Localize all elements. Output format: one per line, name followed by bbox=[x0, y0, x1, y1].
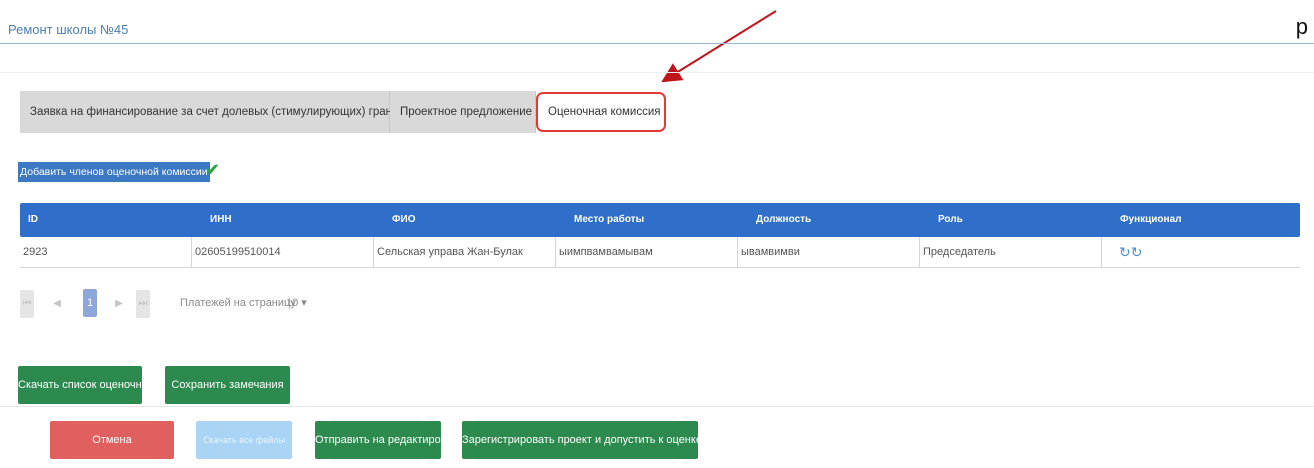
table-row: 2923 02605199510014 Сельская управа Жан-… bbox=[20, 237, 1300, 268]
pager-prev-button[interactable]: ◀ bbox=[50, 290, 64, 318]
add-commission-members-button[interactable]: Добавить членов оценочной комиссии bbox=[18, 162, 210, 182]
pager-last-button[interactable]: ⏭ bbox=[136, 290, 150, 318]
column-header-workplace[interactable]: Место работы bbox=[574, 203, 644, 237]
download-commission-list-button[interactable]: Скачать список оценочной комиссии bbox=[18, 366, 142, 404]
cell-fio: Сельская управа Жан-Булак bbox=[373, 237, 555, 267]
cell-inn: 02605199510014 bbox=[191, 237, 373, 267]
table-header: ID ИНН ФИО Место работы Должность Роль Ф… bbox=[20, 203, 1300, 237]
download-all-files-button[interactable]: Скачать все файлы bbox=[196, 421, 292, 459]
cell-id: 2923 bbox=[23, 246, 48, 258]
cell-workplace: ыимпвамвамывам bbox=[555, 237, 737, 267]
refresh-icon[interactable]: ↻ bbox=[1131, 244, 1143, 260]
tab-project-proposal[interactable]: Проектное предложение bbox=[390, 91, 536, 133]
per-page-select[interactable]: 10 ▾ bbox=[286, 296, 307, 309]
per-page-label: Платежей на страницу bbox=[180, 297, 296, 309]
column-header-role[interactable]: Роль bbox=[938, 203, 963, 237]
send-to-edit-button[interactable]: Отправить на редактирование bbox=[315, 421, 441, 459]
title-divider bbox=[0, 43, 1314, 44]
check-icon: ✔ bbox=[206, 162, 220, 179]
section-divider bbox=[0, 72, 1314, 73]
pager-current-page[interactable]: 1 bbox=[83, 289, 97, 317]
refresh-icon[interactable]: ↻ bbox=[1119, 244, 1131, 260]
cell-position: ывамвимви bbox=[737, 237, 919, 267]
save-remarks-button[interactable]: Сохранить замечания bbox=[165, 366, 290, 404]
column-header-inn[interactable]: ИНН bbox=[210, 203, 232, 237]
cell-role: Председатель bbox=[919, 237, 1101, 267]
tab-financing-request[interactable]: Заявка на финансирование за счет долевых… bbox=[20, 91, 410, 133]
cropped-text: р bbox=[1295, 14, 1308, 39]
column-header-id[interactable]: ID bbox=[28, 203, 38, 237]
cell-actions: ↻↻ bbox=[1101, 237, 1300, 267]
tab-evaluation-commission[interactable]: Оценочная комиссия bbox=[536, 92, 666, 132]
pager-first-button[interactable]: ⏮ bbox=[20, 290, 34, 318]
column-header-fio[interactable]: ФИО bbox=[392, 203, 416, 237]
pager-next-button[interactable]: ▶ bbox=[112, 290, 126, 318]
footer-divider bbox=[0, 406, 1314, 407]
column-header-position[interactable]: Должность bbox=[756, 203, 811, 237]
cancel-button[interactable]: Отмена bbox=[50, 421, 174, 459]
register-project-button[interactable]: Зарегистрировать проект и допустить к оц… bbox=[462, 421, 698, 459]
column-header-actions: Функционал bbox=[1120, 214, 1182, 225]
page-title: Ремонт школы №45 bbox=[8, 22, 129, 37]
